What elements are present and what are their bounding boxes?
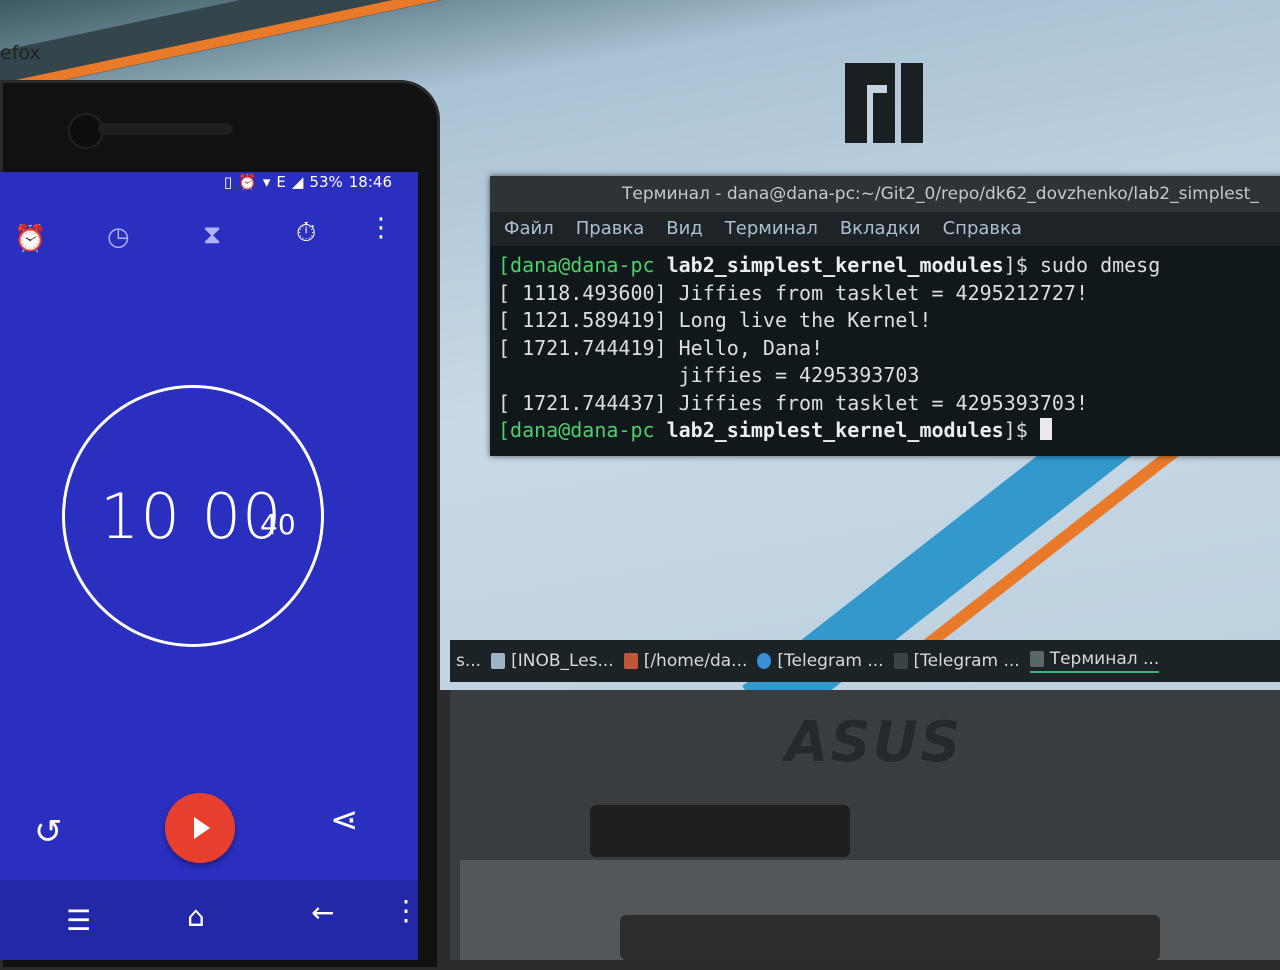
vibrate-icon: ▯ — [223, 173, 233, 191]
asus-logo: ASUS — [785, 710, 963, 775]
signal-icon: ◢ — [291, 173, 304, 191]
terminal-window[interactable]: Терминал - dana@dana-pc:~/Git2_0/repo/dk… — [490, 176, 1280, 456]
terminal-title: Терминал - dana@dana-pc:~/Git2_0/repo/dk… — [490, 176, 1280, 212]
prompt-user: [dana@dana-pc — [498, 418, 667, 442]
home-icon[interactable]: ⌂ — [187, 900, 205, 933]
menu-tabs[interactable]: Вкладки — [840, 212, 921, 246]
menu-icon[interactable]: ☰ — [66, 904, 91, 937]
prompt-command: ]$ sudo dmesg — [1003, 253, 1161, 277]
desktop-icon-label[interactable]: efox — [0, 42, 41, 64]
taskbar-item[interactable]: Терминал ... — [1029, 649, 1160, 673]
play-button[interactable] — [165, 793, 235, 863]
share-icon[interactable]: ⋖ — [330, 800, 359, 840]
menu-help[interactable]: Справка — [943, 212, 1022, 246]
terminal-line: [ 1721.744437] Jiffies from tasklet = 42… — [498, 390, 1089, 415]
reset-icon[interactable]: ↺ — [34, 812, 63, 852]
menu-view[interactable]: Вид — [666, 212, 703, 246]
terminal-line: [ 1118.493600] Jiffies from tasklet = 42… — [498, 280, 1089, 305]
clock-time: 18:46 — [348, 173, 392, 191]
back-icon[interactable]: ← — [311, 896, 334, 929]
laptop-keys — [620, 915, 1160, 960]
alarm-status-icon: ⏰ — [238, 173, 257, 191]
alarm-icon[interactable]: ⏰ — [14, 224, 46, 254]
network-type: E — [276, 173, 286, 191]
taskbar-item[interactable]: [Telegram ... — [757, 651, 884, 671]
terminal-icon — [1029, 651, 1044, 667]
terminal-menu-bar: Файл Правка Вид Терминал Вкладки Справка — [490, 212, 1280, 246]
clock-app-tabs: ⏰ ◷ ⧗ ⏱ — [0, 210, 400, 260]
laptop-hinge — [590, 805, 850, 857]
terminal-line: [dana@dana-pc lab2_simplest_kernel_modul… — [498, 252, 1280, 280]
stopwatch-hundredths: 40 — [260, 508, 296, 541]
more-icon[interactable]: ⋮ — [392, 894, 420, 927]
stopwatch-icon[interactable]: ⏱ — [296, 218, 316, 249]
taskbar-item[interactable]: s... — [456, 651, 481, 671]
terminal-line: [ 1721.744419] Hello, Dana! — [498, 335, 824, 360]
menu-file[interactable]: Файл — [504, 212, 554, 246]
prompt-user: [dana@dana-pc — [498, 253, 667, 277]
terminal-cursor — [1039, 418, 1052, 440]
terminal-line: [ 1121.589419] Long live the Kernel! — [498, 308, 932, 332]
phone-status-bar: ▯ ⏰ ▾ E ◢ 53% 18:46 — [0, 168, 400, 196]
folder-icon — [893, 653, 908, 669]
menu-terminal[interactable]: Терминал — [725, 212, 818, 246]
manjaro-logo — [845, 63, 923, 143]
menu-edit[interactable]: Правка — [576, 212, 645, 246]
taskbar: s... [INOB_Les... [/home/da... [Telegram… — [450, 640, 1280, 682]
terminal-line: [dana@dana-pc lab2_simplest_kernel_modul… — [498, 417, 1280, 445]
taskbar-item[interactable]: [/home/da... — [623, 651, 747, 671]
clock-icon[interactable]: ◷ — [107, 222, 130, 252]
overflow-menu-icon[interactable]: ⋮ — [368, 213, 394, 243]
phone-nav-bar: ☰ ⌂ ← ⋮ — [0, 880, 420, 960]
hourglass-icon[interactable]: ⧗ — [203, 220, 221, 251]
taskbar-item[interactable]: [INOB_Les... — [491, 651, 614, 671]
file-manager-icon — [623, 653, 638, 669]
document-icon — [491, 653, 506, 669]
wifi-icon: ▾ — [262, 173, 271, 191]
telegram-icon — [757, 653, 772, 669]
earpiece — [98, 123, 233, 135]
battery-level: 53% — [309, 173, 343, 191]
taskbar-item[interactable]: [Telegram ... — [893, 651, 1020, 671]
prompt-dir: lab2_simplest_kernel_modules — [666, 418, 1004, 442]
terminal-line: jiffies = 4295393703 — [498, 363, 920, 387]
terminal-output[interactable]: [dana@dana-pc lab2_simplest_kernel_modul… — [490, 246, 1280, 451]
stopwatch-time: 10 00 — [100, 480, 283, 553]
prompt-tail: ]$ — [1003, 418, 1040, 442]
prompt-dir: lab2_simplest_kernel_modules — [666, 253, 1004, 277]
